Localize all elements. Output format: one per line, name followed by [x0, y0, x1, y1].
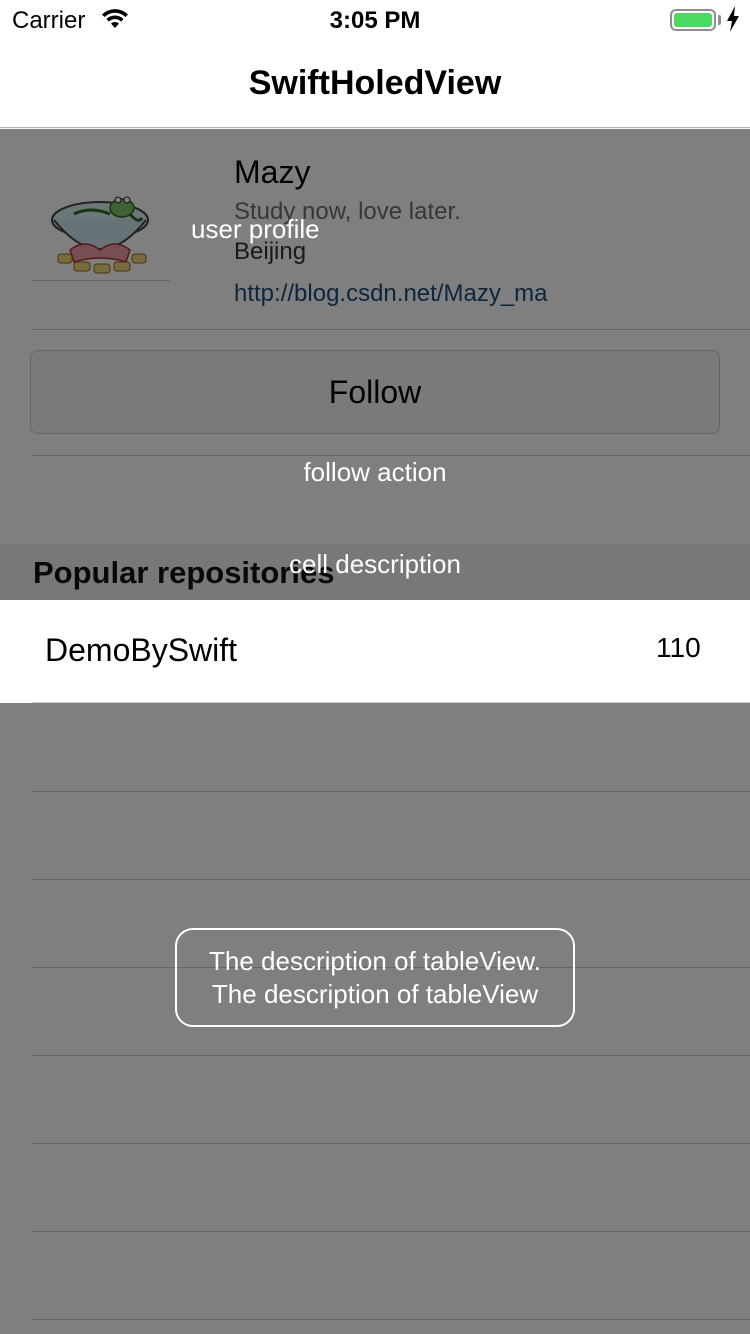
repository-name: DemoBySwift — [45, 632, 238, 668]
follow-button[interactable]: Follow — [30, 350, 720, 434]
avatar-image — [30, 158, 170, 298]
annotation-user-profile: user profile — [191, 214, 320, 244]
tableview-description-box: The description of tableView. The descri… — [175, 928, 575, 1027]
charging-bolt-icon — [726, 6, 740, 37]
table-row-separator — [32, 879, 750, 880]
user-blog-link[interactable]: http://blog.csdn.net/Mazy_ma — [234, 280, 548, 308]
battery-level — [674, 13, 712, 27]
table-row-separator — [32, 1143, 750, 1144]
status-time: 3:05 PM — [329, 7, 421, 34]
battery-icon — [670, 9, 716, 31]
avatar[interactable] — [30, 158, 170, 298]
tableview-description-line: The description of tableView — [211, 978, 539, 1009]
annotation-follow-action: follow action — [303, 457, 447, 487]
tableview-description-line: The description of tableView. — [209, 945, 541, 976]
repository-count: 110 — [656, 632, 701, 663]
annotation-cell-description: cell description — [289, 549, 461, 579]
table-view[interactable] — [0, 129, 750, 1334]
table-row-separator — [32, 1231, 750, 1232]
table-row-separator — [32, 1055, 750, 1056]
battery-tip — [718, 15, 721, 25]
divider — [32, 455, 750, 456]
divider — [32, 280, 170, 281]
table-row-separator — [32, 1319, 750, 1320]
user-name: Mazy — [234, 154, 311, 190]
table-row-separator — [32, 791, 750, 792]
page-title: SwiftHoledView — [248, 64, 502, 102]
table-row-separator — [32, 702, 750, 703]
divider — [32, 329, 750, 330]
